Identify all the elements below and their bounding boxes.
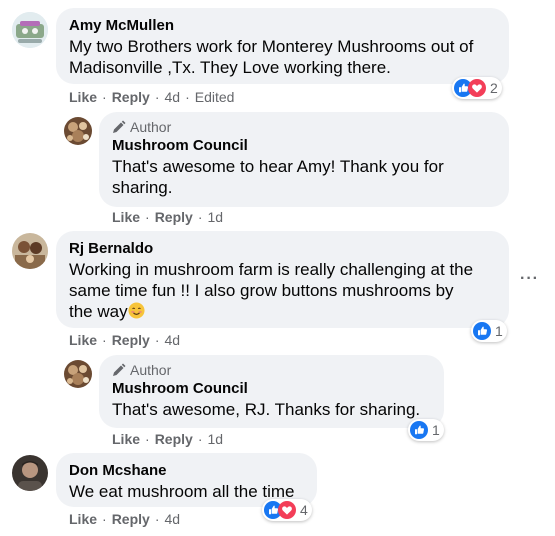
like-button[interactable]: Like bbox=[112, 431, 140, 447]
reply-button[interactable]: Reply bbox=[155, 209, 193, 225]
comment-text-council-2: That's awesome, RJ. Thanks for sharing. bbox=[112, 400, 421, 419]
reactions-don[interactable]: 4 bbox=[262, 499, 312, 521]
timestamp[interactable]: 4d bbox=[164, 511, 180, 527]
reply-button[interactable]: Reply bbox=[112, 89, 150, 105]
mushroom-avatar-icon bbox=[64, 117, 92, 145]
more-options-icon[interactable]: ··· bbox=[520, 270, 539, 288]
separator: · bbox=[102, 511, 107, 527]
reactions-council-2[interactable]: 1 bbox=[408, 419, 444, 441]
comment-actions-don: Like · Reply · 4d bbox=[69, 511, 180, 527]
separator: · bbox=[145, 209, 150, 225]
comment-text-line: same time fun !! I also grow buttons mus… bbox=[69, 281, 454, 300]
comment-text-line: That's awesome to hear Amy! Thank you fo… bbox=[112, 157, 444, 176]
love-icon bbox=[468, 79, 486, 97]
author-badge-label: Author bbox=[130, 119, 172, 135]
love-icon bbox=[278, 501, 296, 519]
comment-actions-rj: Like · Reply · 4d bbox=[69, 332, 180, 348]
reaction-count: 2 bbox=[490, 80, 498, 96]
smiling-face-emoji bbox=[128, 302, 145, 319]
avatar-rj[interactable] bbox=[12, 233, 48, 269]
avatar-mushroom-council[interactable] bbox=[64, 117, 92, 145]
like-button[interactable]: Like bbox=[69, 89, 97, 105]
reactions-amy[interactable]: 2 bbox=[452, 77, 502, 99]
separator: · bbox=[197, 209, 203, 225]
avatar-amy[interactable] bbox=[12, 12, 48, 48]
avatar-mushroom-council[interactable] bbox=[64, 360, 92, 388]
commenter-name-don[interactable]: Don Mcshane bbox=[69, 462, 167, 479]
avatar-rj-icon bbox=[12, 233, 48, 269]
reaction-count: 1 bbox=[432, 422, 440, 438]
like-button[interactable]: Like bbox=[69, 511, 97, 527]
reply-button[interactable]: Reply bbox=[112, 332, 150, 348]
like-icon bbox=[410, 421, 428, 439]
separator: · bbox=[154, 332, 160, 348]
reaction-count: 4 bbox=[300, 502, 308, 518]
pencil-icon bbox=[113, 363, 126, 376]
reply-button[interactable]: Reply bbox=[155, 431, 193, 447]
comment-actions-amy: Like · Reply · 4d · Edited bbox=[69, 89, 234, 105]
avatar-don-icon bbox=[12, 455, 48, 491]
commenter-name-council-2[interactable]: Mushroom Council bbox=[112, 380, 248, 397]
like-button[interactable]: Like bbox=[112, 209, 140, 225]
comment-actions-council-1: Like · Reply · 1d bbox=[112, 209, 223, 225]
reactions-rj[interactable]: 1 bbox=[471, 320, 507, 342]
commenter-name-council-1[interactable]: Mushroom Council bbox=[112, 137, 248, 154]
separator: · bbox=[197, 431, 203, 447]
mushroom-avatar-icon bbox=[64, 360, 92, 388]
avatar-amy-icon bbox=[12, 12, 48, 48]
author-badge-label: Author bbox=[130, 362, 172, 378]
separator: · bbox=[154, 511, 160, 527]
reaction-count: 1 bbox=[495, 323, 503, 339]
commenter-name-amy[interactable]: Amy McMullen bbox=[69, 17, 174, 34]
comment-text-line: sharing. bbox=[112, 178, 173, 197]
comment-text-council-1: That's awesome to hear Amy! Thank you fo… bbox=[112, 156, 502, 198]
author-badge-council-1: Author bbox=[112, 119, 171, 135]
separator: · bbox=[154, 89, 160, 105]
pencil-icon bbox=[113, 120, 126, 133]
comment-text-line: the way bbox=[69, 302, 128, 321]
avatar-don[interactable] bbox=[12, 455, 48, 491]
like-button[interactable]: Like bbox=[69, 332, 97, 348]
timestamp[interactable]: 1d bbox=[207, 209, 223, 225]
timestamp[interactable]: 4d bbox=[164, 332, 180, 348]
separator: · bbox=[102, 332, 107, 348]
separator: · bbox=[185, 89, 190, 105]
comment-text-rj: Working in mushroom farm is really chall… bbox=[69, 259, 505, 322]
like-icon bbox=[473, 322, 491, 340]
separator: · bbox=[102, 89, 107, 105]
separator: · bbox=[145, 431, 150, 447]
comment-text-line: Working in mushroom farm is really chall… bbox=[69, 260, 474, 279]
reply-button[interactable]: Reply bbox=[112, 511, 150, 527]
timestamp[interactable]: 1d bbox=[207, 431, 223, 447]
author-badge-council-2: Author bbox=[112, 362, 171, 378]
commenter-name-rj[interactable]: Rj Bernaldo bbox=[69, 240, 153, 257]
comment-text-amy: My two Brothers work for Monterey Mushro… bbox=[69, 37, 474, 77]
timestamp[interactable]: 4d bbox=[164, 89, 180, 105]
comment-actions-council-2: Like · Reply · 1d bbox=[112, 431, 223, 447]
edited-label[interactable]: Edited bbox=[195, 89, 235, 105]
